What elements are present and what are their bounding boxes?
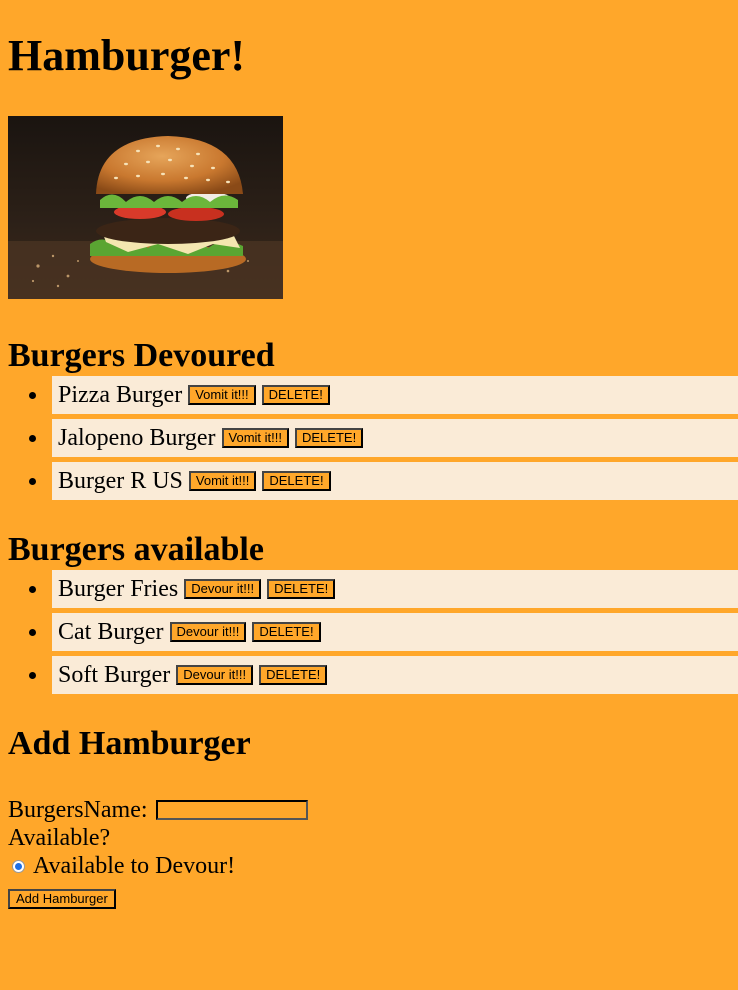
vomit-button[interactable]: Vomit it!!!	[188, 385, 256, 405]
available-radio-label: Available to Devour!	[33, 853, 236, 879]
vomit-button[interactable]: Vomit it!!!	[188, 471, 257, 491]
devour-button[interactable]: Devour it!!!	[176, 665, 254, 685]
available-list-item: Cat Burger Devour it!!! DELETE!	[29, 613, 738, 651]
burger-name: Burger R US	[58, 467, 183, 494]
vomit-button[interactable]: Vomit it!!!	[221, 428, 289, 448]
burger-name-label: BurgersName:	[8, 797, 148, 823]
available-label: Available?	[8, 825, 111, 851]
available-radio-row[interactable]: Available to Devour!	[8, 852, 738, 880]
add-hamburger-heading: Add Hamburger	[8, 725, 251, 762]
devoured-heading: Burgers Devoured	[8, 337, 275, 374]
devoured-list-item: Burger R US Vomit it!!! DELETE!	[29, 462, 738, 500]
add-hamburger-button[interactable]: Add Hamburger	[8, 889, 116, 909]
available-heading: Burgers available	[8, 531, 264, 568]
page: Hamburger! Burgers Devoured Pizza Burger…	[0, 0, 738, 909]
available-list-item: Burger Fries Devour it!!! DELETE!	[29, 570, 738, 608]
delete-button[interactable]: DELETE!	[295, 428, 364, 448]
burger-name: Pizza Burger	[58, 381, 183, 408]
devoured-list-item: Jalopeno Burger Vomit it!!! DELETE!	[29, 419, 738, 457]
burger-name: Cat Burger	[58, 618, 164, 645]
devour-button[interactable]: Devour it!!!	[169, 622, 247, 642]
burger-name-row: BurgersName:	[8, 796, 738, 824]
available-radio[interactable]	[12, 859, 25, 873]
delete-button[interactable]: DELETE!	[252, 622, 321, 642]
delete-button[interactable]: DELETE!	[267, 579, 336, 599]
devour-button[interactable]: Devour it!!!	[184, 579, 262, 599]
devoured-list: Pizza Burger Vomit it!!! DELETE! Jalopen…	[8, 376, 738, 500]
add-hamburger-form: BurgersName: Available? Available to Dev…	[8, 796, 738, 909]
devoured-list-item: Pizza Burger Vomit it!!! DELETE!	[29, 376, 738, 414]
delete-button[interactable]: DELETE!	[261, 385, 330, 405]
burger-name: Soft Burger	[58, 661, 171, 688]
burger-name: Burger Fries	[58, 575, 179, 602]
page-title: Hamburger!	[8, 31, 246, 80]
burger-name: Jalopeno Burger	[58, 424, 216, 451]
hamburger-image	[8, 116, 283, 299]
burger-name-input[interactable]	[155, 800, 308, 820]
available-list-item: Soft Burger Devour it!!! DELETE!	[29, 656, 738, 694]
delete-button[interactable]: DELETE!	[262, 471, 331, 491]
delete-button[interactable]: DELETE!	[259, 665, 328, 685]
available-list: Burger Fries Devour it!!! DELETE! Cat Bu…	[8, 570, 738, 694]
hamburger-illustration	[8, 116, 283, 299]
